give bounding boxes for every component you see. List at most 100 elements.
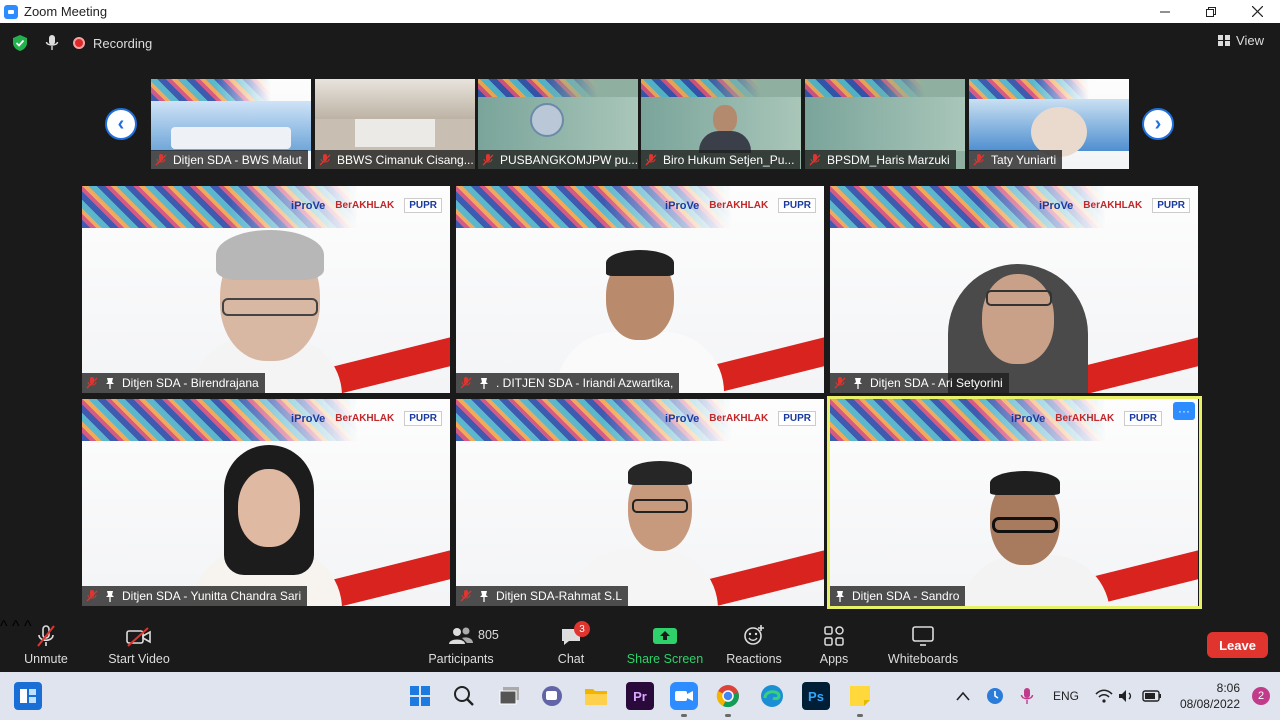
audio-status-icon[interactable] [45, 35, 59, 51]
edge-icon[interactable] [758, 682, 786, 710]
security-shield-icon[interactable] [13, 35, 27, 51]
filmstrip-next-button[interactable]: › [1142, 108, 1174, 140]
participant-name: Ditjen SDA-Rahmat S.L [496, 589, 623, 603]
pin-icon [106, 378, 114, 389]
video-tile[interactable]: iProVe BerAKHLAK PUPR Ditjen SDA - Yunit… [82, 399, 450, 606]
room-ceiling-image [315, 79, 475, 119]
close-button[interactable] [1234, 0, 1280, 23]
participants-button[interactable]: Participants [424, 618, 498, 672]
filmstrip-prev-button[interactable]: ‹ [105, 108, 137, 140]
leave-button[interactable]: Leave [1207, 632, 1268, 658]
berakhlak-logo: BerAKHLAK [335, 413, 395, 424]
close-icon [1251, 6, 1263, 17]
battery-tray-icon[interactable] [1142, 672, 1162, 720]
participants-count: 805 [478, 628, 499, 642]
wifi-tray-icon[interactable] [1095, 672, 1113, 720]
windows-start-icon[interactable] [406, 682, 434, 710]
apps-label: Apps [819, 652, 849, 666]
filmstrip-thumb[interactable]: Biro Hukum Setjen_Pu... [641, 79, 801, 169]
notification-badge[interactable]: 2 [1252, 687, 1270, 705]
premiere-pro-icon[interactable]: Pr [626, 682, 654, 710]
clock-tray-icon [987, 688, 1003, 704]
chrome-icon[interactable] [714, 682, 742, 710]
pupr-logo: PUPR [778, 198, 816, 213]
filmstrip-thumb[interactable]: BBWS Cimanuk Cisang... [315, 79, 475, 169]
banner-logos: iProVe BerAKHLAK PUPR [665, 198, 816, 213]
berakhlak-logo: BerAKHLAK [709, 200, 769, 211]
clock-date: 08/08/2022 [1179, 697, 1240, 711]
apps-icon [824, 626, 844, 646]
participants-group-image [171, 127, 291, 149]
language-indicator[interactable]: ENG [1053, 672, 1079, 720]
video-tile[interactable]: iProVe BerAKHLAK PUPR . DITJEN SDA - Iri… [456, 186, 824, 393]
glasses [986, 290, 1052, 306]
filmstrip-thumb[interactable]: BPSDM_Haris Marzuki [805, 79, 965, 169]
windows-logo-icon [410, 686, 430, 706]
search-icon[interactable] [450, 682, 478, 710]
start-video-button[interactable]: Start Video [104, 618, 174, 672]
recording-label[interactable]: Recording [93, 36, 152, 51]
teams-chat-icon[interactable] [538, 682, 566, 710]
participants-icon [449, 627, 473, 644]
teams-glyph [542, 686, 562, 706]
audio-options-caret[interactable]: ^ [0, 618, 8, 635]
language-label: ENG [1053, 689, 1080, 703]
view-label: View [1236, 33, 1264, 48]
chevron-up-icon [956, 691, 970, 701]
banner-logos: iProVe BerAKHLAK PUPR [291, 411, 442, 426]
whiteboards-button[interactable]: Whiteboards [882, 618, 964, 672]
widgets-icon[interactable] [14, 682, 42, 710]
participant-hair [606, 250, 674, 276]
unmute-button[interactable]: Unmute [16, 618, 76, 672]
tile-more-options-button[interactable]: ··· [1173, 402, 1195, 420]
windows-taskbar: Pr Ps ENG 8:06 08/08/2022 2 [0, 672, 1280, 720]
video-tile[interactable]: iProVe BerAKHLAK PUPR Ditjen SDA - Ari S… [830, 186, 1198, 393]
filmstrip-thumb[interactable]: PUSBANGKOMJPW pu... [478, 79, 638, 169]
iprove-logo: iProVe [1039, 199, 1074, 212]
photoshop-icon[interactable]: Ps [802, 682, 830, 710]
zoom-active-indicator [681, 714, 687, 717]
view-button[interactable]: View [1218, 33, 1264, 48]
muted-mic-icon [86, 377, 98, 389]
reactions-button[interactable]: Reactions [722, 618, 786, 672]
pin-icon [480, 378, 488, 389]
taskbar-clock[interactable]: 8:06 08/08/2022 [1180, 680, 1240, 712]
restore-button[interactable] [1188, 0, 1234, 23]
apps-button[interactable]: Apps [810, 618, 858, 672]
batik-banner [969, 79, 1129, 99]
folder-glyph [585, 689, 607, 705]
share-screen-button[interactable]: Share Screen [624, 618, 706, 672]
sticky-notes-icon[interactable] [846, 682, 874, 710]
window-titlebar: Zoom Meeting [0, 0, 1280, 23]
filmstrip-thumb[interactable]: Taty Yuniarti [969, 79, 1129, 169]
minimize-button[interactable] [1142, 0, 1188, 23]
zoom-camera-glyph [675, 691, 693, 701]
participant-face [982, 274, 1054, 364]
zoom-meeting-window: Zoom Meeting Recording View ‹ › Ditjen S… [0, 0, 1280, 720]
banner-logos: iProVe BerAKHLAK PUPR [291, 198, 442, 213]
filmstrip-thumb[interactable]: Ditjen SDA - BWS Malut [151, 79, 311, 169]
chrome-active-indicator [725, 714, 731, 717]
whiteboard-icon [912, 626, 934, 646]
conference-table-image [355, 119, 435, 147]
muted-mic-icon [834, 377, 846, 389]
tray-overflow-chevron[interactable] [956, 672, 970, 720]
task-view-icon[interactable] [496, 682, 524, 710]
volume-tray-icon[interactable] [1118, 672, 1134, 720]
task-view-glyph [499, 687, 519, 705]
banner-logos: iProVe BerAKHLAK PUPR [665, 411, 816, 426]
berakhlak-logo: BerAKHLAK [709, 413, 769, 424]
clock-app-tray-icon[interactable] [986, 672, 1004, 720]
participant-nametag: . DITJEN SDA - Iriandi Azwartika, [456, 373, 680, 393]
glasses [222, 298, 318, 316]
muted-mic-icon [460, 590, 472, 602]
iprove-logo: iProVe [665, 199, 700, 212]
unmute-label: Unmute [24, 652, 68, 666]
magnifier-glyph [454, 686, 474, 706]
microphone-tray-icon[interactable] [1020, 672, 1034, 720]
video-tile[interactable]: iProVe BerAKHLAK PUPR Ditjen SDA - Biren… [82, 186, 450, 393]
video-tile[interactable]: iProVe BerAKHLAK PUPR Ditjen SDA-Rahmat … [456, 399, 824, 606]
filmstrip-nametag: BBWS Cimanuk Cisang... [315, 150, 475, 169]
zoom-taskbar-icon[interactable] [670, 682, 698, 710]
file-explorer-icon[interactable] [582, 682, 610, 710]
